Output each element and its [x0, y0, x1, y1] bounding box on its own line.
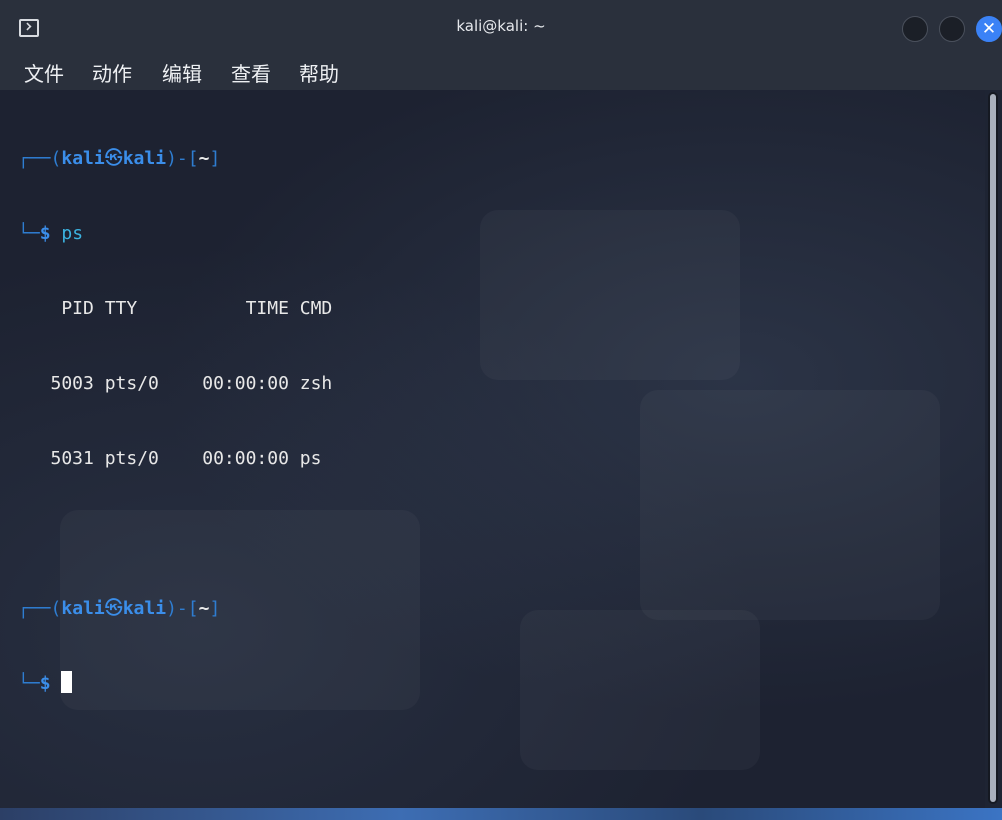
typed-command: ps: [61, 223, 84, 244]
prompt-user: kali: [61, 148, 105, 169]
prompt-at-symbol: ㉿: [104, 148, 123, 169]
menu-view[interactable]: 查看: [231, 58, 271, 87]
desktop-background: [0, 808, 1002, 820]
menu-bar: [0, 54, 1002, 90]
prompt-frame: ]: [209, 598, 221, 619]
titlebar[interactable]: kali@kali: ~ ✕: [0, 0, 1002, 54]
ps-row: 5003 pts/0 00:00:00 zsh: [18, 373, 333, 394]
wallpaper-shape: [640, 390, 940, 620]
prompt-host: kali: [122, 148, 167, 169]
close-button[interactable]: ✕: [976, 16, 1002, 42]
menu-action[interactable]: 动作: [92, 58, 132, 87]
prompt-frame: ]: [209, 148, 221, 169]
minimize-button[interactable]: [902, 16, 928, 42]
terminal-window: kali@kali: ~ ✕ 文件 动作 编辑 查看 帮助 ┌──(kali㉿k…: [0, 0, 1002, 820]
menu-help[interactable]: 帮助: [299, 58, 339, 87]
prompt-dollar: $: [39, 673, 51, 694]
terminal-output: ┌──(kali㉿kali)-[~] └─$ ps PID TTY TIME C…: [18, 96, 332, 746]
window-title: kali@kali: ~: [456, 17, 546, 35]
prompt-frame: └─: [18, 223, 40, 244]
menu-file[interactable]: 文件: [24, 58, 64, 87]
prompt-directory: ~: [198, 598, 210, 619]
prompt-frame: ┌──(: [18, 598, 62, 619]
prompt-dollar: $: [39, 223, 51, 244]
prompt-line-top: ┌──(kali㉿kali)-[~]: [18, 596, 332, 621]
menu-edit[interactable]: 编辑: [162, 58, 202, 87]
prompt-directory: ~: [198, 148, 210, 169]
prompt-frame: ┌──(: [18, 148, 62, 169]
prompt-line-top: ┌──(kali㉿kali)-[~]: [18, 146, 332, 171]
text-cursor[interactable]: [61, 671, 73, 693]
wallpaper-shape: [520, 610, 760, 770]
prompt-user: kali: [61, 598, 105, 619]
prompt-at-symbol: ㉿: [104, 598, 123, 619]
prompt-line-bottom[interactable]: └─$: [18, 671, 332, 696]
prompt-frame: )-[: [166, 148, 199, 169]
scrollbar-thumb[interactable]: [990, 94, 996, 802]
prompt-line-bottom: └─$ ps: [18, 221, 332, 246]
ps-header: PID TTY TIME CMD: [18, 298, 333, 319]
prompt-frame: └─: [18, 673, 40, 694]
ps-row: 5031 pts/0 00:00:00 ps: [18, 448, 322, 469]
close-icon: ✕: [981, 19, 997, 39]
prompt-frame: )-[: [166, 598, 199, 619]
prompt-host: kali: [122, 598, 167, 619]
maximize-button[interactable]: [939, 16, 965, 42]
wallpaper-shape: [480, 210, 740, 380]
